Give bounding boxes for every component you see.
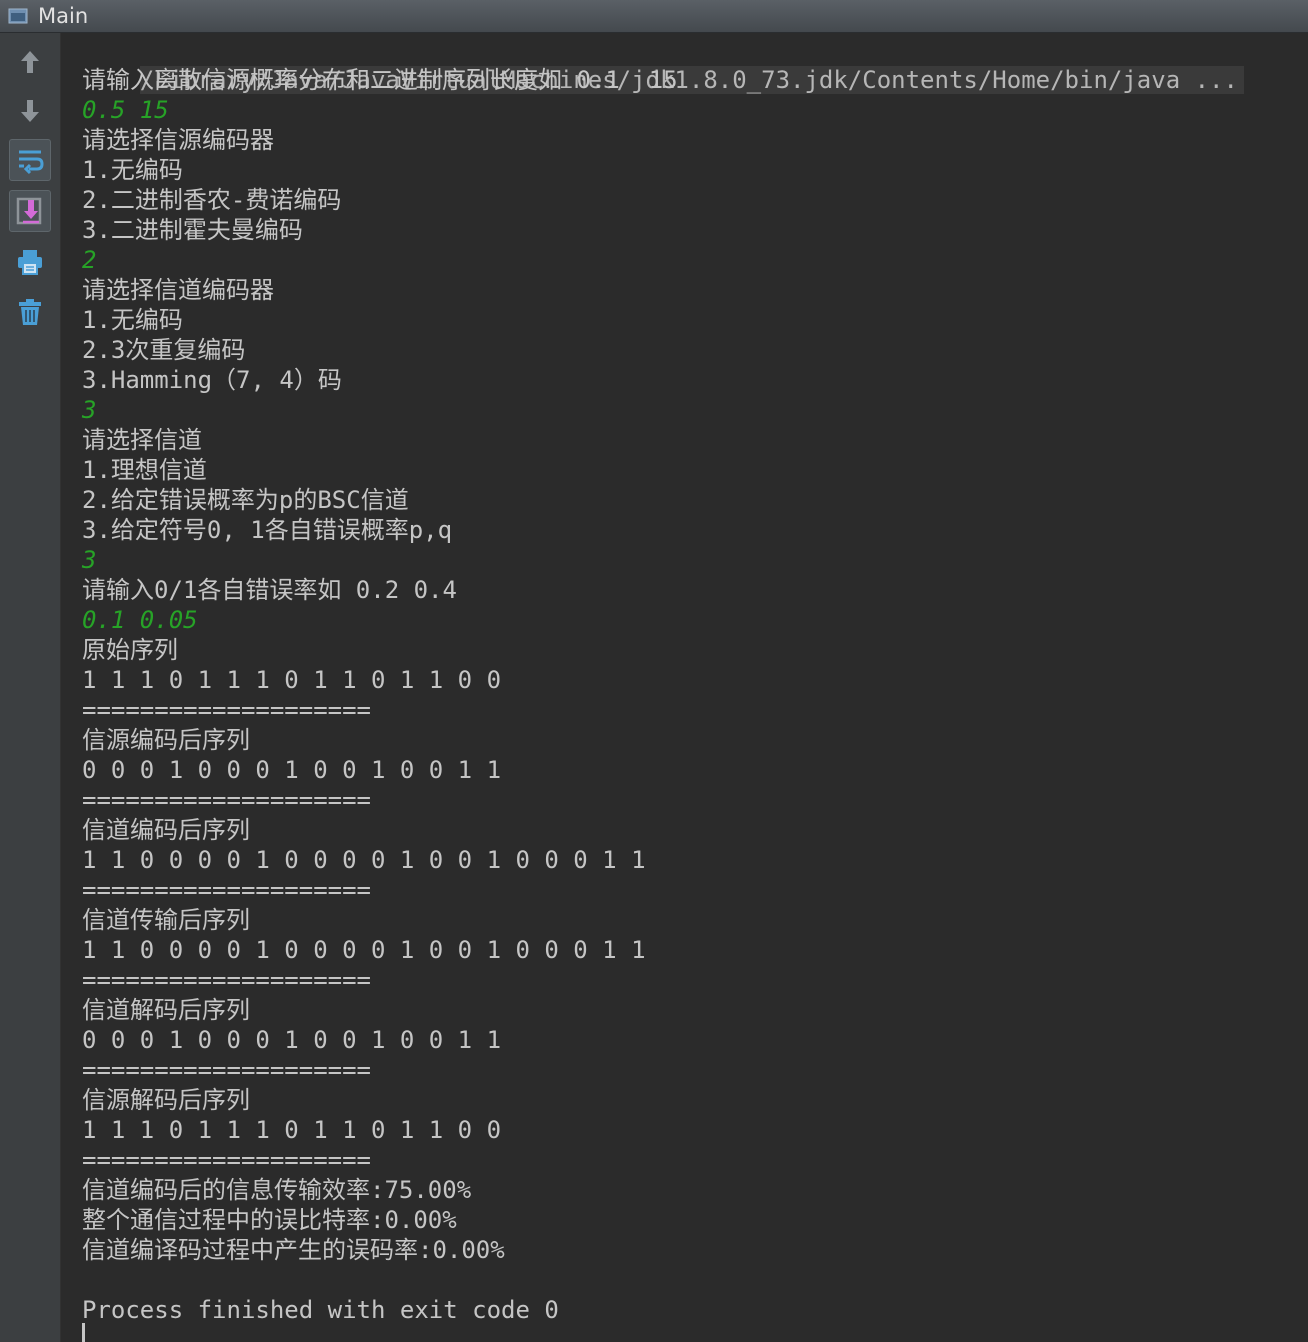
- text-cursor: [82, 1323, 85, 1342]
- output-line: ====================: [82, 696, 371, 724]
- user-input-line: 3: [82, 396, 97, 424]
- output-line: 信源解码后序列: [82, 1086, 250, 1114]
- output-line: ====================: [82, 966, 371, 994]
- output-line: 2.3次重复编码: [82, 336, 246, 364]
- output-line: 1 1 1 0 1 1 1 0 1 1 0 1 1 0 0: [82, 666, 502, 694]
- output-line: 整个通信过程中的误比特率:0.00%: [82, 1206, 457, 1234]
- output-line: 请输入0/1各自错误率如 0.2 0.4: [82, 576, 457, 604]
- console-output[interactable]: /Library/Java/JavaVirtualMachines/jdk1.8…: [61, 33, 1308, 1342]
- output-line: 原始序列: [82, 636, 178, 664]
- output-line: 信源编码后序列: [82, 726, 250, 754]
- output-line: 3.Hamming（7, 4）码: [82, 366, 342, 394]
- output-line: 请选择信道编码器: [82, 276, 274, 304]
- scroll-up-icon[interactable]: [9, 41, 51, 83]
- scroll-down-icon[interactable]: [9, 90, 51, 132]
- clear-all-icon[interactable]: [9, 291, 51, 333]
- output-line: 信道解码后序列: [82, 996, 250, 1024]
- print-icon[interactable]: [9, 241, 51, 283]
- output-line: 0 0 0 1 0 0 0 1 0 0 1 0 0 1 1: [82, 756, 502, 784]
- output-line: 信道编码后的信息传输效率:75.00%: [82, 1176, 472, 1204]
- output-line: 1 1 0 0 0 0 1 0 0 0 0 1 0 0 1 0 0 0 1 1: [82, 846, 646, 874]
- output-line: Process finished with exit code 0: [82, 1296, 559, 1324]
- output-line: 1.理想信道: [82, 456, 207, 484]
- output-line: 信道编译码过程中产生的误码率:0.00%: [82, 1236, 505, 1264]
- scroll-to-end-icon[interactable]: [9, 190, 51, 232]
- run-tab-header[interactable]: Main: [0, 0, 1308, 33]
- output-line: 请输入离散信源概率分布和二进制序列长度如 0.1 15: [82, 66, 678, 94]
- output-line: 1 1 0 0 0 0 1 0 0 0 0 1 0 0 1 0 0 0 1 1: [82, 936, 646, 964]
- user-input-line: 3: [82, 546, 97, 574]
- output-line: 请选择信源编码器: [82, 126, 274, 154]
- output-line: 1.无编码: [82, 306, 183, 334]
- output-line: ====================: [82, 1056, 371, 1084]
- console-toolbar: [0, 33, 61, 1342]
- output-line: 信道传输后序列: [82, 906, 250, 934]
- output-line: 2.二进制香农-费诺编码: [82, 186, 342, 214]
- output-line: 0 0 0 1 0 0 0 1 0 0 1 0 0 1 1: [82, 1026, 502, 1054]
- user-input-line: 0.5 15: [82, 96, 169, 124]
- output-line: 3.二进制霍夫曼编码: [82, 216, 303, 244]
- run-tab-title: Main: [38, 4, 89, 28]
- output-line: ====================: [82, 786, 371, 814]
- output-line: 1.无编码: [82, 156, 183, 184]
- command-line[interactable]: /Library/Java/JavaVirtualMachines/jdk1.8…: [82, 35, 1244, 94]
- console-icon: [8, 7, 28, 25]
- user-input-line: 0.1 0.05: [82, 606, 198, 634]
- soft-wrap-icon[interactable]: [9, 139, 51, 181]
- output-line: 3.给定符号0, 1各自错误概率p,q: [82, 516, 453, 544]
- output-line: ====================: [82, 1146, 371, 1174]
- output-line: 2.给定错误概率为p的BSC信道: [82, 486, 409, 514]
- user-input-line: 2: [82, 246, 97, 274]
- output-line: 1 1 1 0 1 1 1 0 1 1 0 1 1 0 0: [82, 1116, 502, 1144]
- output-line: ====================: [82, 876, 371, 904]
- output-line: 请选择信道: [82, 426, 202, 454]
- output-line: 信道编码后序列: [82, 816, 250, 844]
